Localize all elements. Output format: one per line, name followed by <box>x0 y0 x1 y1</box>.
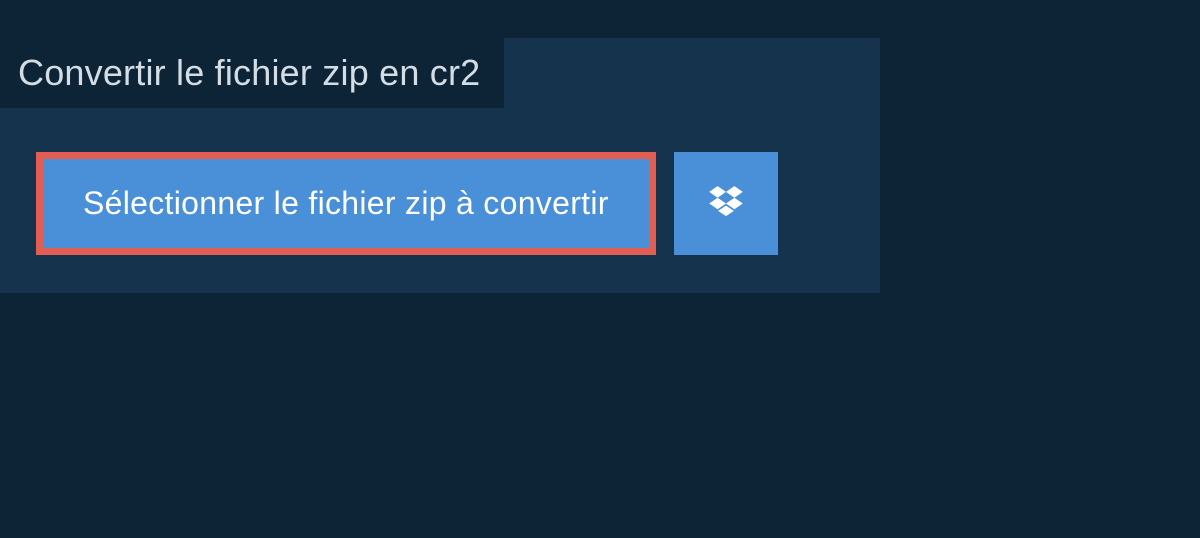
page-title: Convertir le fichier zip en cr2 <box>18 52 480 93</box>
select-file-button-label: Sélectionner le fichier zip à convertir <box>83 185 609 222</box>
select-file-button[interactable]: Sélectionner le fichier zip à convertir <box>36 152 656 255</box>
dropbox-icon <box>705 183 747 225</box>
title-bar: Convertir le fichier zip en cr2 <box>0 38 504 108</box>
dropbox-button[interactable] <box>674 152 778 255</box>
converter-panel: Convertir le fichier zip en cr2 Sélectio… <box>0 38 880 293</box>
button-row: Sélectionner le fichier zip à convertir <box>36 152 880 255</box>
